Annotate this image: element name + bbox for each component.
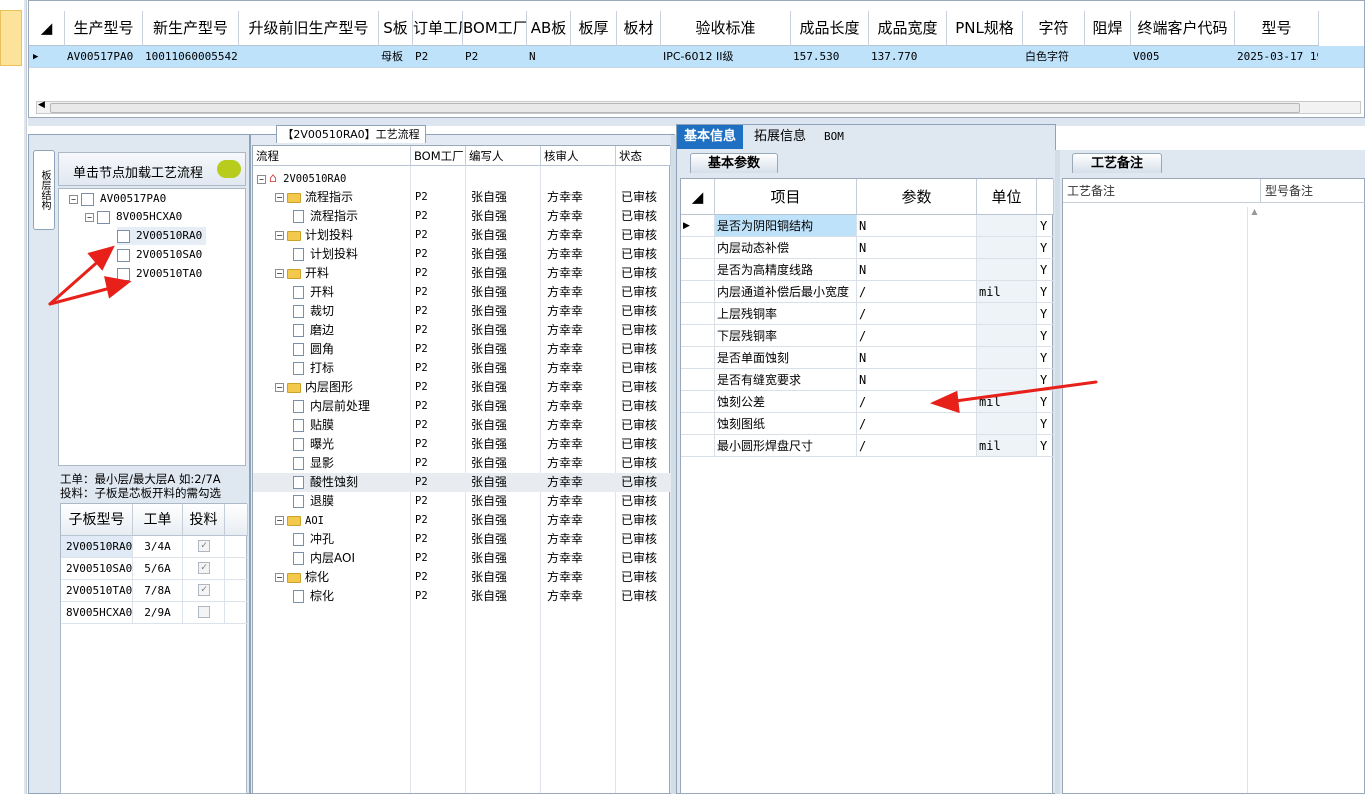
- annotation-arrowhead-3: [929, 390, 960, 414]
- annotation-arrow-3: [946, 380, 1098, 404]
- annotation-overlay: [48, 245, 1098, 414]
- annotation-arrowhead-2: [104, 276, 132, 299]
